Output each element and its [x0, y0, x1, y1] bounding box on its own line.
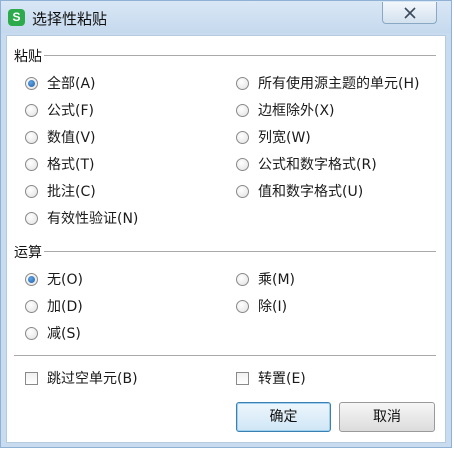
title-bar: S 选择性粘贴 [1, 1, 451, 33]
option-label: 有效性验证(N) [47, 211, 139, 227]
paste-option-source-theme[interactable]: 所有使用源主题的单元(H) [236, 73, 419, 93]
option-label: 转置(E) [258, 371, 306, 387]
radio-button[interactable] [236, 130, 249, 144]
option-label: 跳过空单元(B) [47, 371, 138, 387]
radio-button[interactable] [25, 76, 38, 90]
option-label: 值和数字格式(U) [258, 184, 364, 200]
close-button[interactable] [382, 2, 437, 24]
option-label: 数值(V) [47, 130, 96, 146]
radio-button[interactable] [25, 299, 38, 313]
radio-button[interactable] [236, 299, 249, 313]
radio-button[interactable] [236, 184, 249, 198]
skip-blanks-option[interactable]: 跳过空单元(B) [25, 368, 138, 388]
option-label: 公式和数字格式(R) [258, 157, 377, 173]
paste-option-validation[interactable]: 有效性验证(N) [25, 208, 138, 228]
option-label: 所有使用源主题的单元(H) [258, 76, 420, 92]
checkbox[interactable] [236, 371, 249, 385]
radio-button[interactable] [25, 184, 38, 198]
radio-button[interactable] [25, 130, 38, 144]
checkbox[interactable] [25, 371, 38, 385]
dialog-title: 选择性粘贴 [32, 10, 108, 28]
option-label: 除(I) [258, 299, 288, 315]
transpose-option[interactable]: 转置(E) [236, 368, 306, 388]
option-label: 格式(T) [47, 157, 95, 173]
paste-special-dialog: S 选择性粘贴 粘贴 全部(A) 公式(F) 数值(V) 格式(T) 批注(C)… [0, 0, 452, 448]
option-label: 乘(M) [258, 272, 296, 288]
app-logo-icon: S [8, 9, 25, 26]
option-label: 批注(C) [47, 184, 96, 200]
option-label: 全部(A) [47, 76, 96, 92]
option-label: 列宽(W) [258, 130, 311, 146]
option-label: 公式(F) [47, 103, 94, 119]
paste-group-title: 粘贴 [14, 49, 42, 65]
paste-option-all-except-borders[interactable]: 边框除外(X) [236, 100, 335, 120]
checkbox-divider [14, 355, 436, 357]
paste-option-formats[interactable]: 格式(T) [25, 154, 94, 174]
radio-button[interactable] [25, 103, 38, 117]
paste-option-formulas-number-formats[interactable]: 公式和数字格式(R) [236, 154, 377, 174]
operation-option-none[interactable]: 无(O) [25, 269, 83, 289]
radio-button[interactable] [236, 76, 249, 90]
option-label: 减(S) [47, 326, 81, 342]
option-label: 无(O) [47, 272, 83, 288]
dialog-body: 粘贴 全部(A) 公式(F) 数值(V) 格式(T) 批注(C) 有效性验证(N… [6, 35, 446, 443]
option-label: 加(D) [47, 299, 83, 315]
paste-option-comments[interactable]: 批注(C) [25, 181, 96, 201]
paste-option-values[interactable]: 数值(V) [25, 127, 96, 147]
paste-option-values-number-formats[interactable]: 值和数字格式(U) [236, 181, 363, 201]
radio-button[interactable] [236, 272, 249, 286]
option-label: 边框除外(X) [258, 103, 335, 119]
paste-option-formulas[interactable]: 公式(F) [25, 100, 94, 120]
radio-button[interactable] [25, 326, 38, 340]
operation-group-divider [44, 251, 436, 253]
operation-option-subtract[interactable]: 减(S) [25, 323, 81, 343]
operation-option-add[interactable]: 加(D) [25, 296, 83, 316]
operation-option-divide[interactable]: 除(I) [236, 296, 287, 316]
ok-button[interactable]: 确定 [236, 402, 331, 432]
close-icon [404, 7, 416, 19]
radio-button[interactable] [25, 272, 38, 286]
operation-option-multiply[interactable]: 乘(M) [236, 269, 295, 289]
paste-group-divider [44, 55, 436, 57]
cancel-button[interactable]: 取消 [339, 402, 435, 432]
operation-group-title: 运算 [14, 245, 42, 261]
paste-option-column-widths[interactable]: 列宽(W) [236, 127, 311, 147]
radio-button[interactable] [25, 157, 38, 171]
radio-button[interactable] [236, 103, 249, 117]
radio-button[interactable] [236, 157, 249, 171]
radio-button[interactable] [25, 211, 38, 225]
paste-option-all[interactable]: 全部(A) [25, 73, 96, 93]
